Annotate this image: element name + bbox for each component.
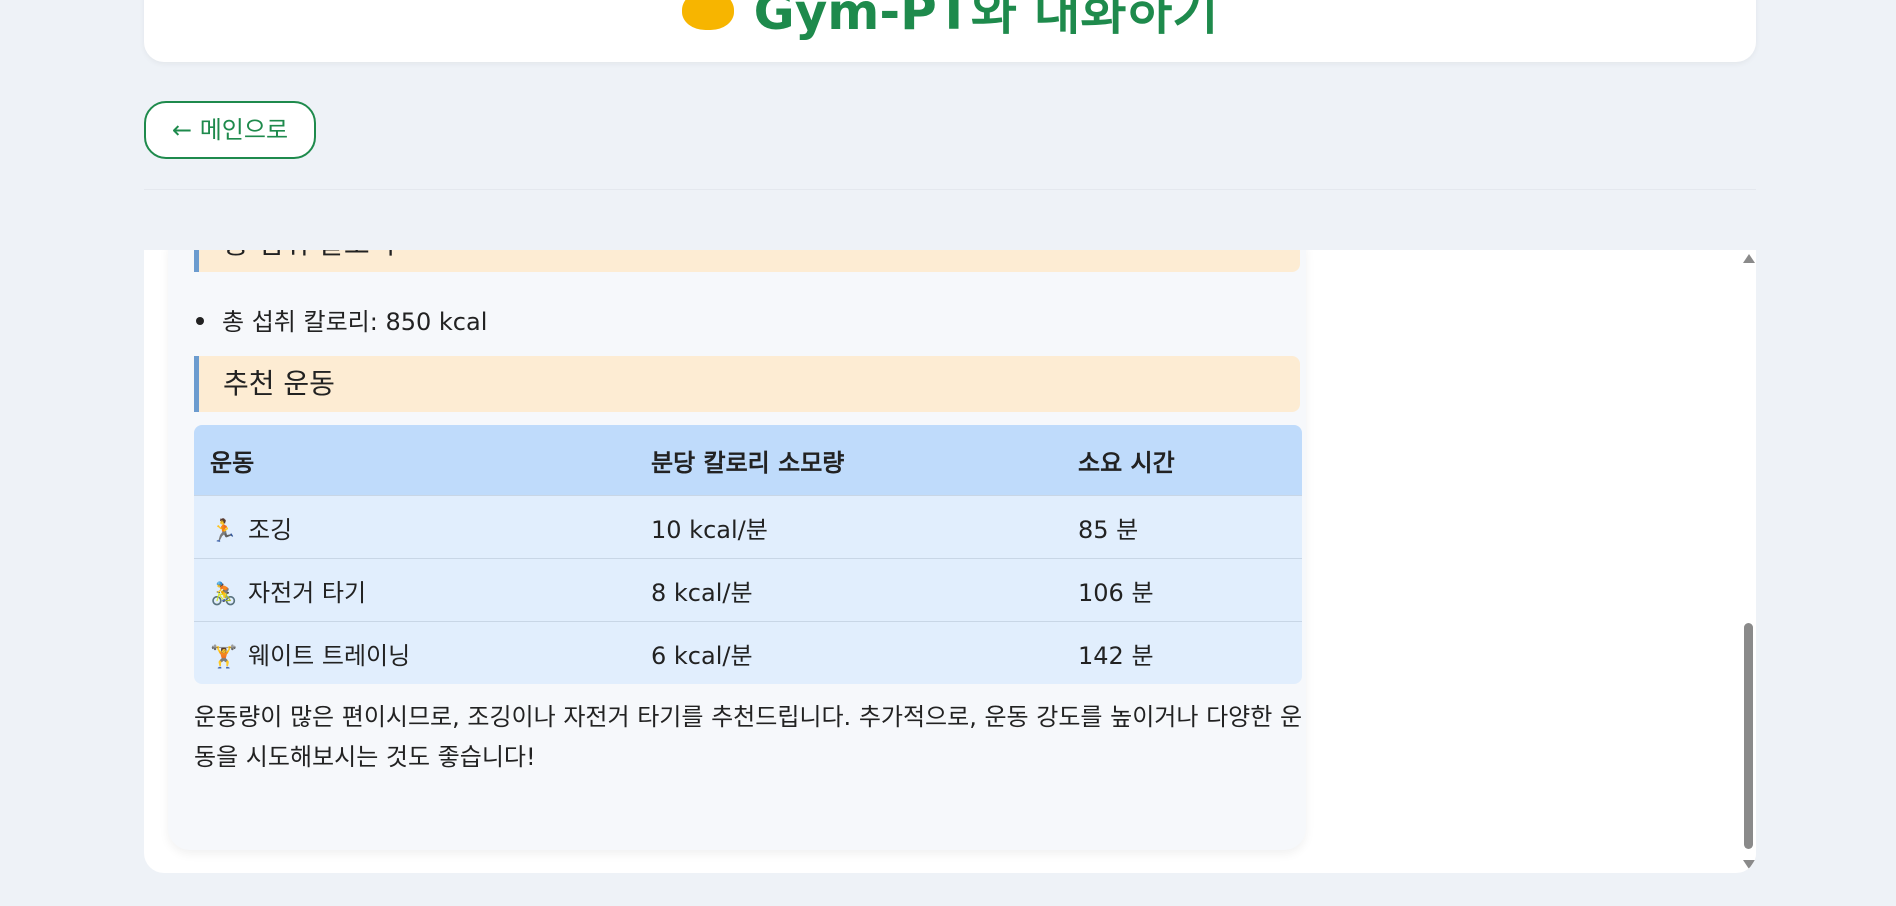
calorie-heading: 총 섭취 칼로리: [194, 250, 1300, 272]
rate-cell: 10 kcal/분: [635, 495, 1062, 559]
table-row: 🏃 조깅 10 kcal/분 85 분: [194, 495, 1302, 559]
scroll-up-arrow-icon[interactable]: [1743, 254, 1755, 263]
assistant-message: 총 섭취 칼로리 총 섭취 칼로리: 850 kcal 추천 운동 운동 분당 …: [168, 250, 1306, 850]
rate-cell: 8 kcal/분: [635, 558, 1062, 622]
time-cell: 106 분: [1062, 558, 1302, 622]
header-rate: 분당 칼로리 소모량: [635, 425, 1062, 496]
biking-person-icon: 🚴: [210, 581, 238, 607]
header-time: 소요 시간: [1062, 425, 1302, 496]
header-exercise: 운동: [194, 425, 635, 496]
table-row: 🏋 웨이트 트레이닝 6 kcal/분 142 분: [194, 621, 1302, 684]
page-title-text: Gym-PT와 대화하기: [753, 0, 1219, 41]
page-title: Gym-PT와 대화하기: [144, 0, 1756, 42]
running-person-icon: 🏃: [210, 518, 238, 544]
bullet-icon: [196, 317, 204, 325]
header-card: Gym-PT와 대화하기: [144, 0, 1756, 62]
exercise-name: 조깅: [248, 515, 293, 544]
exercise-cell: 🏋 웨이트 트레이닝: [194, 621, 635, 684]
chat-panel[interactable]: 총 섭취 칼로리 총 섭취 칼로리: 850 kcal 추천 운동 운동 분당 …: [144, 250, 1756, 873]
calorie-item-text: 총 섭취 칼로리: 850 kcal: [222, 308, 488, 336]
exercise-name: 웨이트 트레이닝: [248, 641, 411, 670]
rate-cell: 6 kcal/분: [635, 621, 1062, 684]
time-cell: 142 분: [1062, 621, 1302, 684]
scroll-down-arrow-icon[interactable]: [1743, 860, 1755, 869]
time-cell: 85 분: [1062, 495, 1302, 559]
exercise-cell: 🏃 조깅: [194, 495, 635, 559]
calorie-list-item: 총 섭취 칼로리: 850 kcal: [194, 306, 487, 338]
recommendation-summary: 운동량이 많은 편이시므로, 조깅이나 자전거 타기를 추천드립니다. 추가적으…: [194, 703, 1303, 771]
chat-scrollbar[interactable]: [1740, 250, 1756, 873]
back-to-main-button[interactable]: ← 메인으로: [144, 101, 316, 159]
exercise-heading: 추천 운동: [194, 356, 1300, 412]
exercise-cell: 🚴 자전거 타기: [194, 558, 635, 622]
divider: [144, 189, 1756, 190]
weightlifter-icon: 🏋: [210, 644, 238, 670]
table-header-row: 운동 분당 칼로리 소모량 소요 시간: [194, 425, 1302, 496]
flexed-biceps-icon: [681, 0, 734, 30]
scroll-thumb[interactable]: [1744, 623, 1753, 849]
exercise-table: 운동 분당 칼로리 소모량 소요 시간 🏃 조깅 10 kcal/분 85 분 🚴…: [194, 425, 1302, 684]
exercise-name: 자전거 타기: [248, 578, 367, 607]
table-row: 🚴 자전거 타기 8 kcal/분 106 분: [194, 558, 1302, 622]
